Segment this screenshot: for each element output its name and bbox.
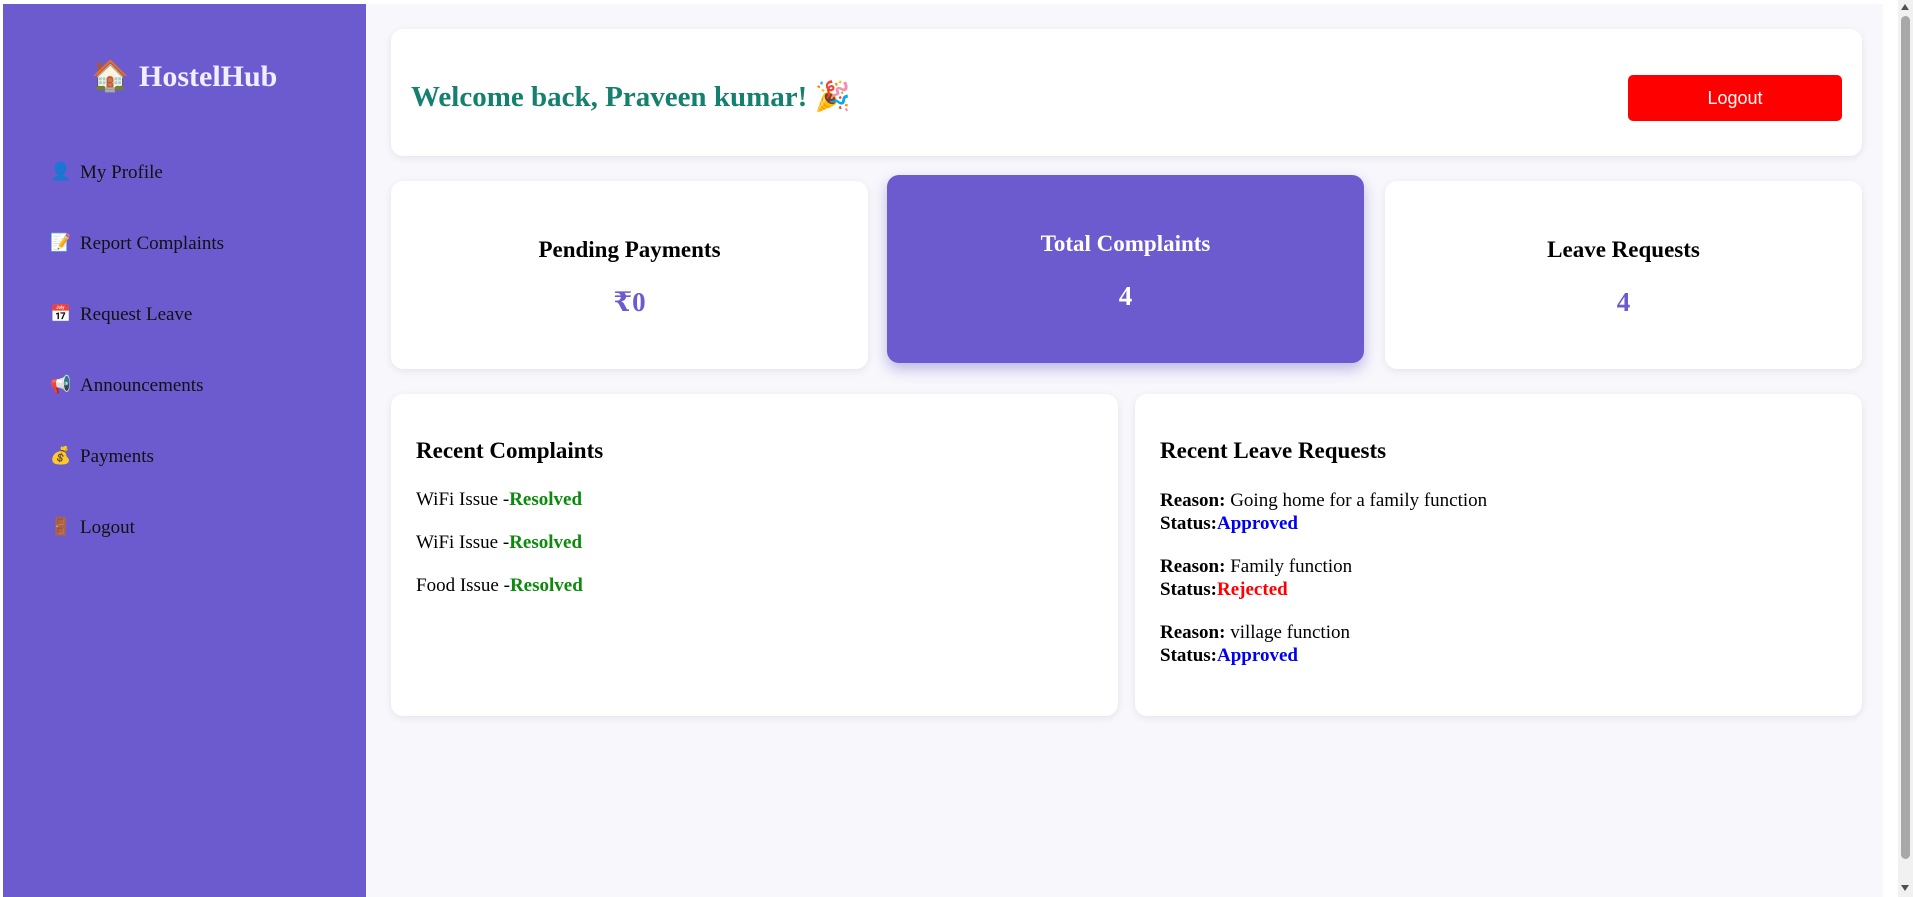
sidebar-item-label: Request Leave xyxy=(80,304,193,325)
sidebar-item-report-complaints[interactable]: 📝 Report Complaints xyxy=(50,233,224,304)
recent-complaints-panel: Recent Complaints WiFi Issue -Resolved W… xyxy=(391,394,1118,716)
sidebar: 🏠 HostelHub 👤 My Profile 📝 Report Complai… xyxy=(3,4,366,897)
scroll-down-arrow-icon[interactable] xyxy=(1901,885,1909,891)
list-item: WiFi Issue -Resolved xyxy=(416,489,1098,532)
sidebar-item-label: Payments xyxy=(80,446,154,467)
complaint-name: WiFi Issue xyxy=(416,532,499,553)
status-label: Status: xyxy=(1160,579,1218,600)
stat-title: Pending Payments xyxy=(538,237,721,262)
money-bag-icon: 💰 xyxy=(50,446,72,465)
scroll-thumb[interactable] xyxy=(1901,16,1910,859)
sidebar-item-request-leave[interactable]: 📅 Request Leave xyxy=(50,304,224,375)
brand-logo[interactable]: 🏠 HostelHub xyxy=(3,59,366,94)
app-frame: 🏠 HostelHub 👤 My Profile 📝 Report Complai… xyxy=(3,4,1883,897)
leave-reason: Going home for a family function xyxy=(1230,490,1488,511)
panel-title: Recent Complaints xyxy=(416,438,604,463)
panel-title: Recent Leave Requests xyxy=(1160,438,1387,463)
list-item: Reason: Going home for a family function… xyxy=(1160,489,1842,535)
reason-label: Reason: xyxy=(1160,556,1226,577)
house-icon: 🏠 xyxy=(91,60,129,93)
leave-list: Reason: Going home for a family function… xyxy=(1160,489,1842,687)
status-badge: Approved xyxy=(1217,513,1298,534)
list-item: Food Issue -Resolved xyxy=(416,575,1098,618)
stat-value: ₹0 xyxy=(613,287,646,317)
sidebar-item-payments[interactable]: 💰 Payments xyxy=(50,446,224,517)
complaint-name: WiFi Issue xyxy=(416,489,499,510)
list-item: Reason: Family function Status:Rejected xyxy=(1160,555,1842,601)
separator: - xyxy=(498,489,510,510)
sidebar-item-label: Announcements xyxy=(80,375,204,396)
list-item: WiFi Issue -Resolved xyxy=(416,532,1098,575)
sidebar-item-label: Logout xyxy=(80,517,135,538)
recent-leave-requests-panel: Recent Leave Requests Reason: Going home… xyxy=(1135,394,1862,716)
vertical-scrollbar[interactable] xyxy=(1898,0,1913,897)
sidebar-item-label: Report Complaints xyxy=(80,233,225,254)
reason-label: Reason: xyxy=(1160,622,1226,643)
door-icon: 🚪 xyxy=(50,517,72,536)
welcome-header: Welcome back, Praveen kumar! 🎉 Logout xyxy=(391,29,1862,156)
sidebar-item-announcements[interactable]: 📢 Announcements xyxy=(50,375,224,446)
stat-title: Total Complaints xyxy=(1040,231,1211,256)
brand-name: HostelHub xyxy=(139,60,278,93)
status-badge: Resolved xyxy=(509,575,583,596)
sidebar-item-my-profile[interactable]: 👤 My Profile xyxy=(50,162,224,233)
stat-value: 4 xyxy=(1118,281,1133,311)
megaphone-icon: 📢 xyxy=(50,375,72,394)
calendar-icon: 📅 xyxy=(50,304,72,323)
reason-label: Reason: xyxy=(1160,490,1226,511)
complaints-list: WiFi Issue -Resolved WiFi Issue -Resolve… xyxy=(416,489,1098,618)
stat-card-total-complaints[interactable]: Total Complaints 4 xyxy=(887,175,1364,363)
stat-card-leave-requests: Leave Requests 4 xyxy=(1385,181,1862,369)
separator: - xyxy=(498,575,510,596)
status-badge: Resolved xyxy=(509,532,583,553)
stat-title: Leave Requests xyxy=(1547,237,1700,262)
leave-reason: village function xyxy=(1230,622,1350,643)
status-badge: Resolved xyxy=(509,489,583,510)
list-item: Reason: village function Status:Approved xyxy=(1160,621,1842,667)
sidebar-item-label: My Profile xyxy=(80,162,163,183)
separator: - xyxy=(498,532,510,553)
stat-card-pending-payments: Pending Payments ₹0 xyxy=(391,181,868,369)
scroll-up-arrow-icon[interactable] xyxy=(1901,4,1909,10)
sidebar-item-logout[interactable]: 🚪 Logout xyxy=(50,517,224,588)
logout-button[interactable]: Logout xyxy=(1628,75,1842,121)
status-label: Status: xyxy=(1160,645,1218,666)
status-badge: Approved xyxy=(1217,645,1298,666)
user-icon: 👤 xyxy=(50,162,72,181)
sidebar-nav: 👤 My Profile 📝 Report Complaints 📅 Reque… xyxy=(50,162,224,588)
welcome-message: Welcome back, Praveen kumar! 🎉 xyxy=(411,81,851,113)
leave-reason: Family function xyxy=(1230,556,1353,577)
status-label: Status: xyxy=(1160,513,1218,534)
memo-icon: 📝 xyxy=(50,233,72,252)
status-badge: Rejected xyxy=(1217,579,1288,600)
stat-value: 4 xyxy=(1616,287,1631,317)
complaint-name: Food Issue xyxy=(416,575,499,596)
